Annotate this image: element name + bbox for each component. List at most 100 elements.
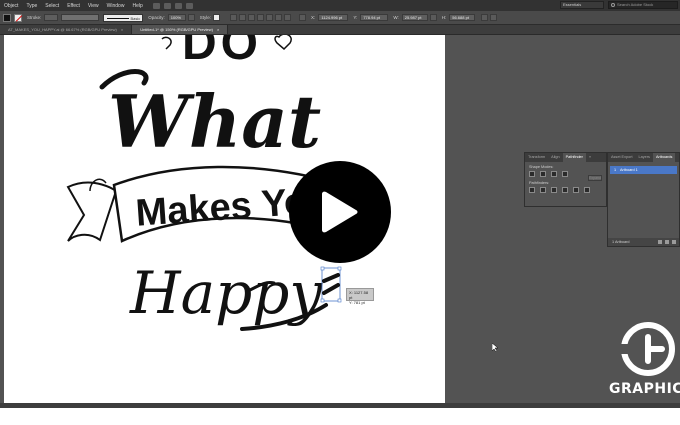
exclude-icon[interactable] — [562, 171, 568, 177]
close-icon[interactable]: × — [217, 27, 219, 32]
h-label: H: — [441, 15, 447, 20]
y-field[interactable]: 778.94 pt — [360, 14, 389, 21]
h-field[interactable]: 56.688 pt — [449, 14, 476, 21]
artboard-name: Artboard 1 — [620, 168, 638, 172]
x-field[interactable]: 1124.996 pt — [318, 14, 349, 21]
menu-type[interactable]: Type — [22, 3, 41, 9]
pathfinders-row — [525, 186, 606, 194]
stock-icon[interactable] — [163, 2, 171, 9]
delete-icon[interactable] — [672, 240, 676, 244]
fill-swatch[interactable] — [3, 13, 11, 22]
selection-handle[interactable] — [320, 266, 325, 271]
menu-help[interactable]: Help — [128, 3, 146, 9]
play-button[interactable] — [289, 161, 391, 263]
logo-wordmark: GRAPHIC — [609, 381, 680, 397]
variable-width-profile[interactable] — [61, 14, 100, 21]
menu-effect[interactable]: Effect — [63, 3, 84, 9]
align-middle-icon[interactable] — [275, 14, 283, 21]
gpu-rocket-icon[interactable] — [185, 2, 193, 9]
shape-modes-label: Shape Modes: — [529, 165, 554, 169]
selection-handle[interactable] — [337, 298, 342, 303]
recolor-icon[interactable] — [230, 14, 238, 21]
expand-button[interactable]: Expand — [588, 175, 602, 181]
menu-window[interactable]: Window — [103, 3, 129, 9]
tab-asset-export[interactable]: Asset Export — [608, 153, 636, 162]
stroke-weight-field[interactable] — [44, 14, 59, 21]
document-tabs: AT_MAKES_YOU_HAPPY.ai @ 66.67% (RGB/GPU … — [0, 25, 680, 35]
graphic-style-swatch[interactable] — [213, 14, 221, 21]
word-happy: Happy — [129, 259, 323, 327]
menu-select[interactable]: Select — [41, 3, 63, 9]
bridge-icon[interactable] — [152, 2, 160, 9]
intersect-icon[interactable] — [551, 171, 557, 177]
word-what: What — [108, 79, 321, 164]
measure-y: Y: 781 pt — [349, 300, 365, 305]
opacity-field[interactable]: 100% — [167, 14, 186, 21]
outline-icon[interactable] — [573, 187, 579, 193]
transform-icon[interactable] — [481, 14, 489, 21]
unite-icon[interactable] — [529, 171, 535, 177]
tab-more[interactable]: » — [586, 153, 594, 162]
constrain-proportions-icon[interactable] — [429, 14, 437, 21]
align-bottom-icon[interactable] — [284, 14, 292, 21]
tab-label: AT_MAKES_YOU_HAPPY.ai @ 66.67% (RGB/GPU … — [8, 27, 117, 32]
align-right-icon[interactable] — [257, 14, 265, 21]
align-left-icon[interactable] — [239, 14, 247, 21]
swirl-decoration — [161, 36, 172, 50]
divide-icon[interactable] — [529, 187, 535, 193]
merge-icon[interactable] — [551, 187, 557, 193]
tab-label: Untitled-1* @ 150% (RGB/GPU Preview) — [140, 27, 213, 32]
tab-layers[interactable]: Layers — [636, 153, 653, 162]
selected-path[interactable] — [322, 273, 340, 295]
selection-handle[interactable] — [337, 266, 342, 271]
artboard-number: 1 — [613, 168, 617, 172]
search-icon — [611, 3, 615, 7]
minus-front-icon[interactable] — [540, 171, 546, 177]
pathfinder-panel: Transform Align Pathfinder » Shape Modes… — [524, 152, 607, 207]
new-artboard-icon[interactable] — [665, 240, 669, 244]
tab-align[interactable]: Align — [548, 153, 562, 162]
word-do: DO — [182, 35, 262, 70]
artboards-panel: Asset Export Layers Artboards 1 Artboard… — [607, 152, 680, 247]
video-bottom-strip — [0, 408, 680, 425]
mouse-cursor-icon — [492, 343, 499, 352]
artboard-count: 1 Artboard — [612, 240, 630, 244]
tab-pathfinder[interactable]: Pathfinder — [562, 153, 586, 162]
stock-search-input[interactable]: Search Adobe Stock — [608, 1, 678, 9]
heart-decoration — [274, 35, 292, 51]
w-label: W: — [393, 15, 399, 20]
search-placeholder: Search Adobe Stock — [617, 2, 654, 7]
reference-point-icon[interactable] — [299, 14, 307, 21]
arrange-documents-icon[interactable] — [174, 2, 182, 9]
rearrange-icon[interactable] — [658, 240, 662, 244]
selection-handle[interactable] — [320, 298, 325, 303]
menu-view[interactable]: View — [84, 3, 103, 9]
x-label: X: — [311, 15, 316, 20]
tab-transform[interactable]: Transform — [525, 153, 548, 162]
minus-back-icon[interactable] — [584, 187, 590, 193]
opacity-arrow-icon[interactable] — [187, 14, 195, 21]
measure-x: X: 1127.58 pt — [349, 290, 369, 300]
control-bar: Stroke: Basic Opacity: 100% Style: X: 11… — [0, 11, 680, 25]
artboards-panel-tabs: Asset Export Layers Artboards — [608, 153, 679, 162]
tab-untitled-1[interactable]: Untitled-1* @ 150% (RGB/GPU Preview) × — [132, 25, 229, 34]
artboards-footer-buttons — [658, 240, 676, 244]
style-label: Style: — [199, 15, 212, 20]
illustrator-window: Object Type Select Effect View Window He… — [0, 0, 680, 425]
workspace-select[interactable]: Essentials — [560, 1, 604, 9]
brush-definition-select[interactable]: Basic — [103, 13, 144, 22]
artboard-list-item[interactable]: 1 Artboard 1 — [610, 166, 677, 174]
menu-object[interactable]: Object — [0, 3, 22, 9]
tab-artboards[interactable]: Artboards — [652, 153, 676, 162]
close-icon[interactable]: × — [121, 27, 123, 32]
panel-menu-icon[interactable] — [490, 14, 498, 21]
crop-icon[interactable] — [562, 187, 568, 193]
w-field[interactable]: 25.987 pt — [401, 14, 428, 21]
align-top-icon[interactable] — [266, 14, 274, 21]
brush-label: Basic — [130, 15, 141, 21]
y-label: Y: — [353, 15, 358, 20]
stroke-swatch[interactable] — [14, 13, 22, 22]
align-center-icon[interactable] — [248, 14, 256, 21]
tab-happy-document[interactable]: AT_MAKES_YOU_HAPPY.ai @ 66.67% (RGB/GPU … — [0, 25, 133, 34]
trim-icon[interactable] — [540, 187, 546, 193]
